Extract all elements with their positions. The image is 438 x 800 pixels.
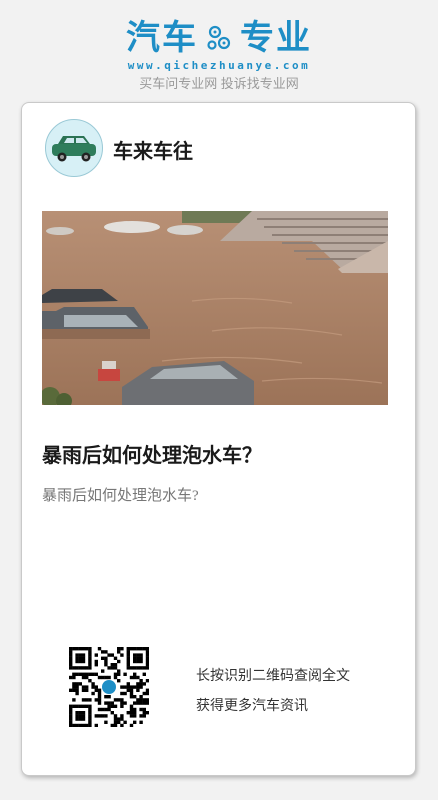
tagline: 买车问专业网 投诉找专业网 xyxy=(139,76,299,91)
flooded-cars-image xyxy=(42,211,388,405)
avatar xyxy=(45,119,103,177)
cta-more-text: 获得更多汽车资讯 xyxy=(196,699,308,714)
logo-text-right: 专业 xyxy=(240,18,312,58)
gear-logo-icon xyxy=(207,25,231,50)
logo-url: www.qichezhuanye.com xyxy=(127,59,311,72)
site-header: 汽车 专业 www.qichezhuanye.com 买车问专业网 投诉找专业网 xyxy=(0,0,438,100)
car-avatar-icon xyxy=(52,136,96,162)
article-title: 暴雨后如何处理泡水车？ xyxy=(42,445,262,467)
qr-code-image xyxy=(69,647,150,728)
author-name: 车来车往 xyxy=(113,141,193,163)
article-summary: 暴雨后如何处理泡水车? xyxy=(42,488,199,504)
cta-scan-text: 长按识别二维码查阅全文 xyxy=(196,669,350,684)
site-logo: 汽车 专业 xyxy=(0,18,438,58)
qr-code[interactable] xyxy=(69,647,150,728)
article-photo xyxy=(42,211,388,405)
article-share-card[interactable]: 车来车往 暴雨后如何处理泡水车？ 暴雨后如何处理泡水车? 长按识别二维码查阅全文… xyxy=(21,102,416,776)
logo-text-left: 汽车 xyxy=(126,18,198,58)
